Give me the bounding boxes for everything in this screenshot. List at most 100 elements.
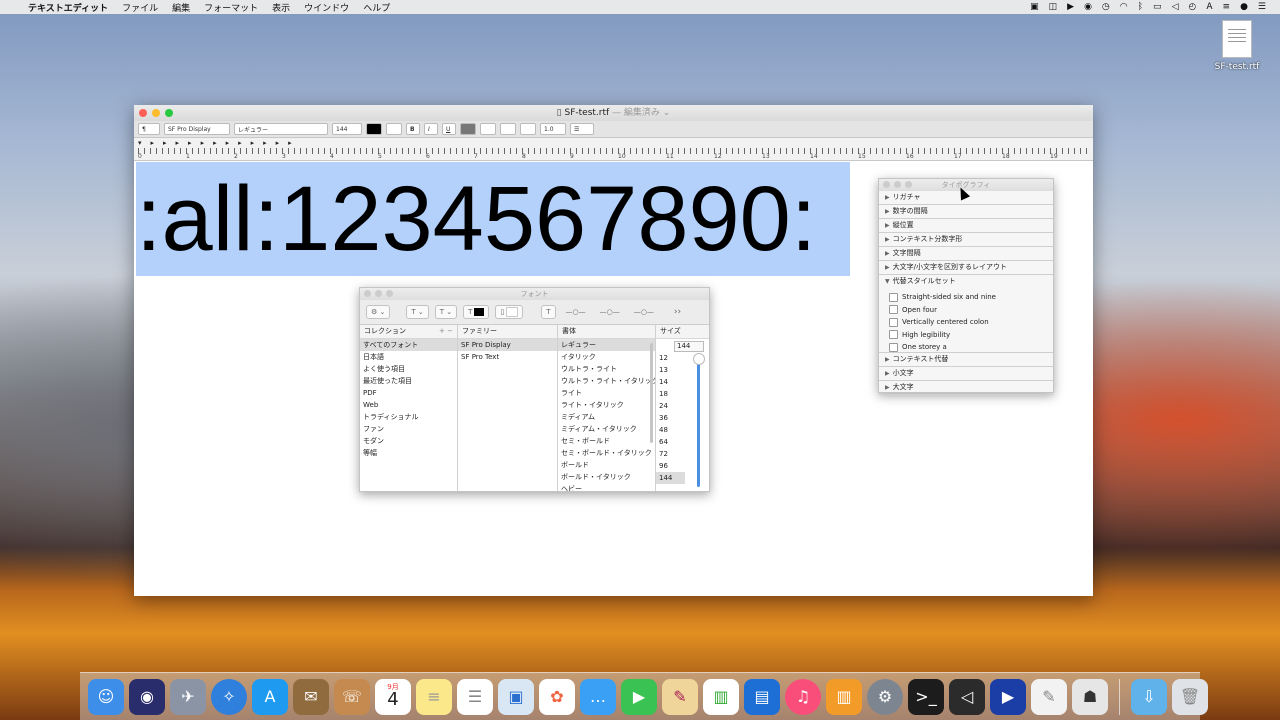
list-item[interactable]: 最近使った項目 — [360, 375, 457, 387]
list-item[interactable]: 18 — [656, 388, 709, 400]
close-button[interactable] — [364, 290, 371, 297]
chevron-right-icon[interactable]: ›› — [674, 307, 681, 317]
close-button[interactable] — [139, 109, 147, 117]
time-machine-icon[interactable]: ◷ — [1102, 2, 1110, 12]
safari-icon[interactable]: ✧ — [211, 678, 247, 715]
input-source-icon[interactable]: A — [1206, 2, 1212, 12]
gear-icon[interactable]: ⚙ ⌄ — [366, 305, 391, 319]
numbers-icon[interactable]: ▥ — [703, 678, 739, 715]
menu-file[interactable]: ファイル — [122, 1, 158, 14]
list-item[interactable]: ウルトラ・ライト — [558, 363, 655, 375]
checkbox[interactable] — [889, 317, 898, 327]
menu-app-name[interactable]: テキストエディット — [28, 1, 108, 14]
line-spacing-popup[interactable]: 1.0 — [540, 123, 566, 135]
siri-icon[interactable]: ● — [1240, 2, 1248, 12]
list-item[interactable]: トラディショナル — [360, 411, 457, 423]
font-size-field[interactable]: 144 — [332, 123, 362, 135]
photo-viewer-icon[interactable]: ✉ — [293, 678, 329, 715]
list-item[interactable]: SF Pro Display — [458, 339, 557, 351]
list-item[interactable]: 144 — [656, 472, 685, 484]
menu-view[interactable]: 表示 — [272, 1, 290, 14]
zoom-button[interactable] — [386, 290, 393, 297]
xcode-icon[interactable]: ◁ — [949, 678, 985, 715]
add-remove-icon[interactable]: + − — [439, 325, 453, 338]
typography-section[interactable]: ▶ コンテキスト代替 — [879, 353, 1053, 367]
text-strikethrough-icon[interactable]: T ⌄ — [434, 305, 458, 319]
slider-knob[interactable] — [693, 353, 705, 365]
document-text[interactable]: :all:1234567890: — [136, 162, 850, 276]
ruler[interactable]: ▾▸▸▸▸▸▸▸▸▸▸▸▸ 0 1 2 3 4 5 6 7 8 9 10 11 … — [134, 138, 1093, 161]
eye-icon[interactable]: ◉ — [1084, 2, 1092, 12]
list-item[interactable]: 96 — [656, 460, 709, 472]
bluetooth-icon[interactable]: ᛒ — [1138, 2, 1143, 12]
list-item[interactable]: ヘビー — [558, 483, 655, 491]
menu-edit[interactable]: 編集 — [172, 1, 190, 14]
utility-icon[interactable]: ☗ — [1072, 678, 1108, 715]
app-store-icon[interactable]: A — [252, 678, 288, 715]
menu-icon[interactable]: ☰ — [1258, 2, 1266, 12]
list-item[interactable]: ボールド — [558, 459, 655, 471]
typography-section[interactable]: ▶ 大文字/小文字を区別するレイアウト — [879, 261, 1053, 275]
finder-icon[interactable]: ☺ — [88, 678, 124, 715]
typography-section[interactable]: ▶ 縦位置 — [879, 219, 1053, 233]
zoom-button[interactable] — [165, 109, 173, 117]
screen-share-icon[interactable]: ◫ — [1049, 2, 1058, 12]
zoom-button[interactable] — [905, 181, 912, 188]
itunes-icon[interactable]: ♫ — [785, 678, 821, 715]
preview-icon[interactable]: ▣ — [498, 678, 534, 715]
pages-icon[interactable]: ✎ — [662, 678, 698, 715]
menu-help[interactable]: ヘルプ — [363, 1, 390, 14]
document-color-icon[interactable]: ▯ — [495, 305, 524, 319]
list-item[interactable]: ウルトラ・ライト・イタリック — [558, 375, 655, 387]
reminders-icon[interactable]: ☰ — [457, 678, 493, 715]
screen-recorder-icon[interactable]: ▶ — [990, 678, 1026, 715]
paragraph-style-popup[interactable]: ¶ — [138, 123, 160, 135]
keynote-icon[interactable]: ▤ — [744, 678, 780, 715]
typography-section[interactable]: ▶ 文字間隔 — [879, 247, 1053, 261]
list-item[interactable]: 72 — [656, 448, 709, 460]
checkbox[interactable] — [889, 292, 898, 302]
list-item[interactable]: SF Pro Text — [458, 351, 557, 363]
list-item[interactable]: セミ・ボールド・イタリック — [558, 447, 655, 459]
list-item[interactable]: 48 — [656, 424, 709, 436]
scrollbar[interactable] — [650, 343, 653, 443]
shadow-blur-slider[interactable]: —○— — [596, 306, 624, 318]
font-panel-titlebar[interactable]: フォント — [360, 288, 709, 300]
video-icon[interactable]: ▶ — [1067, 2, 1074, 12]
list-item[interactable]: ミディアム — [558, 411, 655, 423]
wifi-icon[interactable]: ◠ — [1120, 2, 1128, 12]
font-style-popup[interactable]: レギュラー — [234, 123, 328, 135]
terminal-icon[interactable]: >_ — [908, 678, 944, 715]
messages-icon[interactable]: … — [580, 678, 616, 715]
text-shadow-icon[interactable]: T — [541, 305, 556, 319]
list-item[interactable]: よく使う項目 — [360, 363, 457, 375]
list-item[interactable]: 等幅 — [360, 447, 457, 459]
list-item[interactable]: 14 — [656, 376, 709, 388]
bold-button[interactable]: B — [406, 123, 420, 135]
typography-section[interactable]: ▶ 数字の間隔 — [879, 205, 1053, 219]
desktop-file[interactable]: SF-test.rtf — [1214, 20, 1260, 72]
photos-icon[interactable]: ✿ — [539, 678, 575, 715]
downloads-folder-icon[interactable]: ⇩ — [1131, 678, 1167, 715]
list-item[interactable]: ライト — [558, 387, 655, 399]
volume-icon[interactable]: ◁ — [1172, 2, 1179, 12]
checkbox[interactable] — [889, 342, 898, 352]
checkbox[interactable] — [889, 305, 898, 315]
window-titlebar[interactable]: ▯ SF-test.rtf — 編集済み ⌄ — [134, 105, 1093, 121]
option-row[interactable]: Vertically centered colon — [889, 316, 1053, 329]
align-center-button[interactable] — [480, 123, 496, 135]
align-left-button[interactable] — [460, 123, 476, 135]
textedit-icon[interactable]: ✎ — [1031, 678, 1067, 715]
text-underline-icon[interactable]: T ⌄ — [406, 305, 429, 319]
typography-section[interactable]: ▶ コンテキスト分数字形 — [879, 233, 1053, 247]
list-item[interactable]: ミディアム・イタリック — [558, 423, 655, 435]
list-item[interactable]: すべてのフォント — [360, 339, 457, 351]
text-color-icon[interactable]: T — [463, 305, 490, 319]
ibooks-icon[interactable]: ▥ — [826, 678, 862, 715]
list-item[interactable]: モダン — [360, 435, 457, 447]
size-input[interactable]: 144 — [674, 341, 704, 352]
font-family-popup[interactable]: SF Pro Display — [164, 123, 230, 135]
underline-button[interactable]: U — [442, 123, 456, 135]
italic-button[interactable]: I — [424, 123, 438, 135]
shadow-offset-slider[interactable]: —○— — [630, 306, 658, 318]
